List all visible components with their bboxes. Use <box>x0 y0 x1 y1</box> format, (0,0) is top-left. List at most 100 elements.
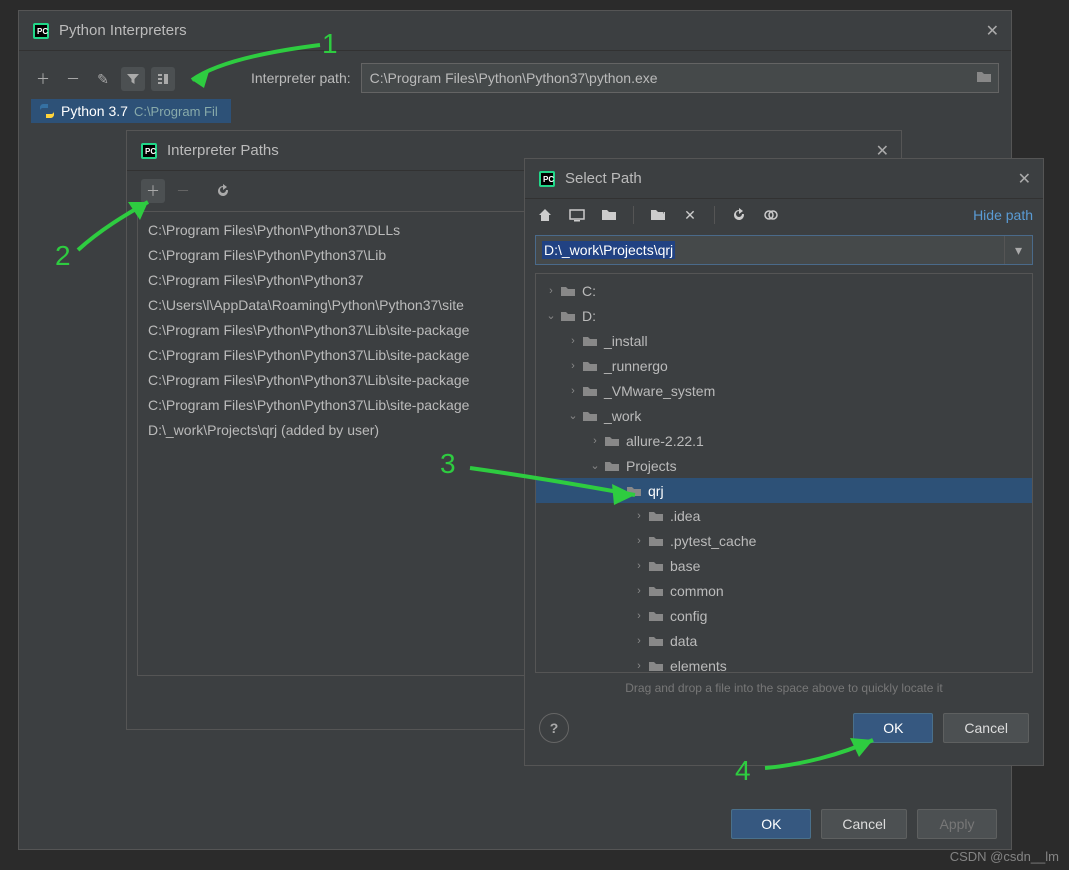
folder-icon <box>648 509 664 523</box>
edit-interpreter-button[interactable]: ✎ <box>91 67 115 91</box>
interpreter-path-field[interactable]: C:\Program Files\Python\Python37\python.… <box>361 63 999 93</box>
reload-paths-button[interactable] <box>211 179 235 203</box>
filter-interpreter-button[interactable] <box>121 67 145 91</box>
project-icon[interactable] <box>599 205 619 225</box>
dropdown-arrow-icon[interactable]: ▾ <box>1004 236 1032 264</box>
tree-item-label: elements <box>670 658 727 674</box>
chevron-right-icon[interactable]: › <box>632 585 646 597</box>
chevron-right-icon[interactable]: › <box>632 635 646 647</box>
pycharm-icon: PC <box>139 141 159 161</box>
chevron-right-icon[interactable]: › <box>566 385 580 397</box>
tree-item-label: C: <box>582 283 596 299</box>
select-path-dialog: PC Select Path ✕ + ✕ Hide path D:\_work\… <box>524 158 1044 766</box>
show-paths-button[interactable] <box>151 67 175 91</box>
select-path-toolbar: + ✕ Hide path <box>525 199 1043 231</box>
home-icon[interactable] <box>535 205 555 225</box>
tree-row[interactable]: ›common <box>536 578 1032 603</box>
browse-folder-icon[interactable] <box>976 70 992 87</box>
folder-icon <box>582 409 598 423</box>
add-path-button[interactable]: ＋ <box>141 179 165 203</box>
tree-row[interactable]: › config <box>536 603 1032 628</box>
path-input-value: D:\_work\Projects\qrj <box>542 241 675 259</box>
ok-button[interactable]: OK <box>731 809 811 839</box>
interpreter-list[interactable]: Python 3.7 C:\Program Fil <box>31 99 231 123</box>
tree-row[interactable]: › base <box>536 553 1032 578</box>
tree-row[interactable]: ⌄qrj <box>536 478 1032 503</box>
chevron-down-icon[interactable]: ⌄ <box>544 309 558 322</box>
tree-row[interactable]: › .pytest_cache <box>536 528 1032 553</box>
tree-row[interactable]: › allure-2.22.1 <box>536 428 1032 453</box>
chevron-down-icon[interactable]: ⌄ <box>588 459 602 472</box>
folder-icon <box>582 384 598 398</box>
folder-icon <box>626 484 642 498</box>
chevron-right-icon[interactable]: › <box>588 435 602 447</box>
chevron-right-icon[interactable]: › <box>632 560 646 572</box>
tree-item-label: data <box>670 633 697 649</box>
folder-icon <box>582 359 598 373</box>
tree-row[interactable]: › elements <box>536 653 1032 673</box>
dialog-title: Interpreter Paths <box>167 142 279 159</box>
tree-row[interactable]: › _runnergo <box>536 353 1032 378</box>
chevron-right-icon[interactable]: › <box>566 335 580 347</box>
separator <box>633 206 634 224</box>
tree-item-label: _runnergo <box>604 358 668 374</box>
chevron-right-icon[interactable]: › <box>632 510 646 522</box>
tree-item-label: base <box>670 558 700 574</box>
remove-path-button[interactable]: － <box>171 179 195 203</box>
tree-item-label: .pytest_cache <box>670 533 756 549</box>
tree-row[interactable]: ›_VMware_system <box>536 378 1032 403</box>
help-button[interactable]: ? <box>539 713 569 743</box>
svg-text:+: + <box>661 208 666 216</box>
folder-icon <box>648 584 664 598</box>
tree-row[interactable]: ⌄Projects <box>536 453 1032 478</box>
select-path-button-row: ? OK Cancel <box>525 703 1043 753</box>
folder-icon <box>604 434 620 448</box>
add-interpreter-button[interactable]: ＋ <box>31 67 55 91</box>
chevron-right-icon[interactable]: › <box>632 535 646 547</box>
tree-item-label: allure-2.22.1 <box>626 433 704 449</box>
hide-path-link[interactable]: Hide path <box>973 207 1033 223</box>
chevron-down-icon[interactable]: ⌄ <box>566 409 580 422</box>
svg-text:PC: PC <box>37 27 48 36</box>
titlebar: PC Python Interpreters ✕ <box>19 11 1011 51</box>
separator <box>714 206 715 224</box>
tree-row[interactable]: › C: <box>536 278 1032 303</box>
tree-row[interactable]: › data <box>536 628 1032 653</box>
cancel-button[interactable]: Cancel <box>821 809 907 839</box>
tree-item-label: config <box>670 608 707 624</box>
tree-row[interactable]: ⌄ D: <box>536 303 1032 328</box>
refresh-icon[interactable] <box>729 205 749 225</box>
folder-icon <box>582 334 598 348</box>
chevron-right-icon[interactable]: › <box>632 660 646 672</box>
folder-tree[interactable]: ›C:⌄D:›_install›_runnergo›_VMware_system… <box>535 273 1033 673</box>
delete-icon[interactable]: ✕ <box>680 205 700 225</box>
chevron-right-icon[interactable]: › <box>566 360 580 372</box>
chevron-right-icon[interactable]: › <box>632 610 646 622</box>
pycharm-icon: PC <box>31 21 51 41</box>
tree-row[interactable]: ›.idea <box>536 503 1032 528</box>
folder-icon <box>560 284 576 298</box>
new-folder-icon[interactable]: + <box>648 205 668 225</box>
remove-interpreter-button[interactable]: － <box>61 67 85 91</box>
cancel-button[interactable]: Cancel <box>943 713 1029 743</box>
ok-button[interactable]: OK <box>853 713 933 743</box>
folder-icon <box>560 309 576 323</box>
folder-icon <box>648 559 664 573</box>
python-icon <box>39 103 55 119</box>
tree-row[interactable]: ⌄_work <box>536 403 1032 428</box>
folder-icon <box>648 609 664 623</box>
interpreter-item[interactable]: Python 3.7 C:\Program Fil <box>31 99 231 123</box>
chevron-down-icon[interactable]: ⌄ <box>610 484 624 497</box>
close-icon[interactable]: ✕ <box>1018 169 1031 189</box>
show-hidden-icon[interactable] <box>761 205 781 225</box>
close-icon[interactable]: ✕ <box>986 21 999 41</box>
tree-row[interactable]: ›_install <box>536 328 1032 353</box>
interpreter-path-value: C:\Program Files\Python\Python37\python.… <box>370 70 658 86</box>
drag-drop-hint: Drag and drop a file into the space abov… <box>525 673 1043 703</box>
chevron-right-icon[interactable]: › <box>544 285 558 297</box>
apply-button[interactable]: Apply <box>917 809 997 839</box>
tree-item-label: D: <box>582 308 596 324</box>
desktop-icon[interactable] <box>567 205 587 225</box>
path-input[interactable]: D:\_work\Projects\qrj ▾ <box>535 235 1033 265</box>
interpreter-toolbar: ＋ － ✎ <box>31 59 231 99</box>
